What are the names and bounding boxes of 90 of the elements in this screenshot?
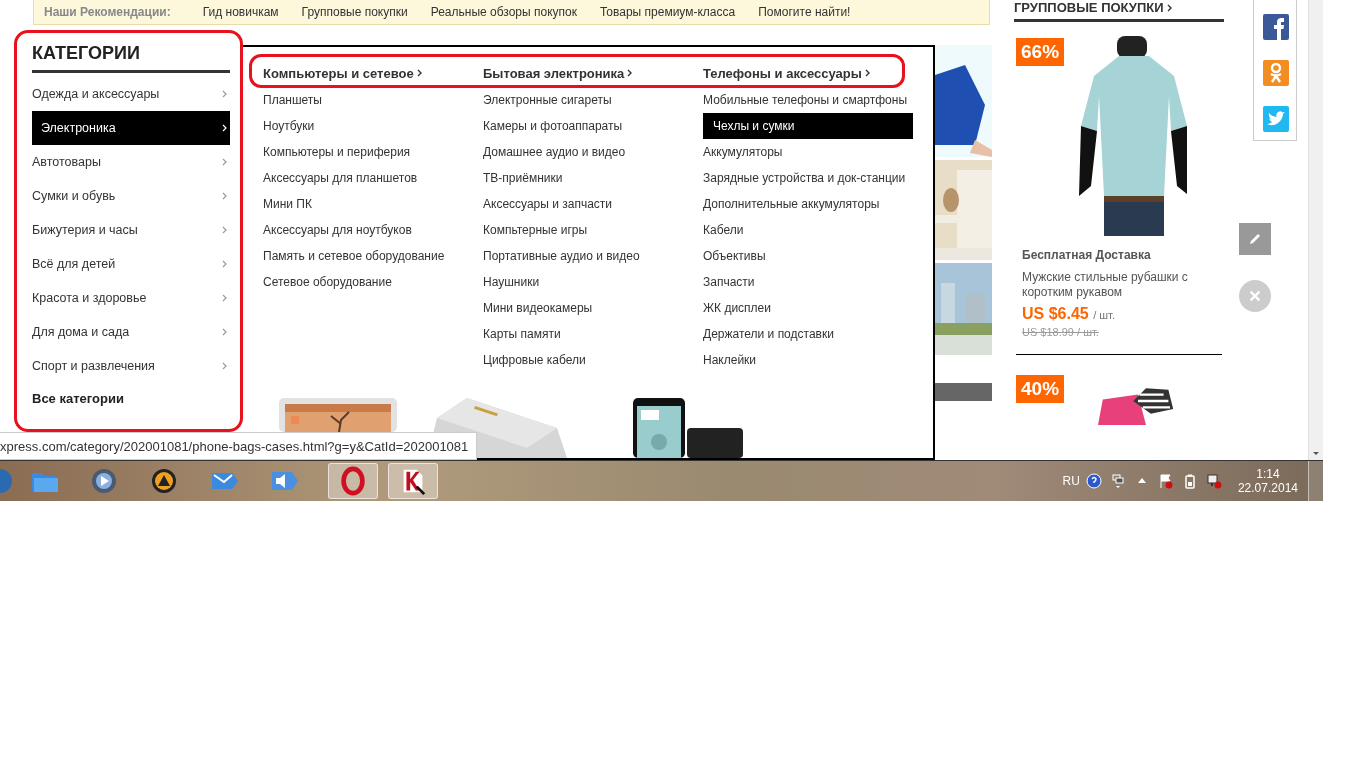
subcategory-link[interactable]: Аксессуары для ноутбуков [263,217,483,243]
subcategory-link[interactable]: Аккумуляторы [703,139,923,165]
pencil-icon [1247,231,1263,247]
recommendation-link[interactable]: Реальные обзоры покупок [430,5,577,19]
price: US $6.45 [1022,305,1089,322]
kaspersky-taskbar-button[interactable] [388,463,438,499]
category-item[interactable]: Автотовары [32,145,230,179]
facebook-icon[interactable] [1263,14,1289,40]
chevron-icon [222,124,227,132]
clock-date[interactable]: 22.07.2014 [1237,481,1298,495]
chevron-icon [222,192,227,200]
subcategory-link[interactable]: ТВ-приёмники [483,165,703,191]
subcategory-link[interactable]: Аксессуары и запчасти [483,191,703,217]
category-item[interactable]: Одежда и аксессуары [32,77,230,111]
chevron-icon [222,90,227,98]
category-item[interactable]: Красота и здоровье [32,281,230,315]
subcategory-link[interactable]: Чехлы и сумки [703,113,913,139]
column-heading-link[interactable]: Бытовая электроника [483,59,703,87]
chevron-icon [222,260,227,268]
subcategory-link[interactable]: Держатели и подставки [703,321,923,347]
subcategory-link[interactable]: Портативные аудио и видео [483,243,703,269]
scroll-down-icon[interactable] [1312,451,1320,456]
old-price: US $18.99 / шт. [1022,326,1100,338]
flag-icon[interactable] [1157,473,1174,489]
category-item[interactable]: Электроника [32,111,230,145]
banner-bar [935,383,992,401]
subcategory-link[interactable]: Карты памяти [483,321,703,347]
category-item[interactable]: Спорт и развлечения [32,349,230,383]
subcategory-link[interactable]: Запчасти [703,269,923,295]
recommendations-label: Наши Рекомендации: [44,5,171,19]
subcategory-link[interactable]: Компьтерные игры [483,217,703,243]
category-item[interactable]: Сумки и обувь [32,179,230,213]
subcategory-link[interactable]: Объективы [703,243,923,269]
subcategory-link[interactable]: Зарядные устройства и док-станции [703,165,923,191]
recommendation-link[interactable]: Товары премиум-класса [599,5,736,19]
status-url: xpress.com/category/202001081/phone-bags-cases.html?g=y&CatId=202001081 [0,432,478,460]
subcategory-link[interactable]: Кабели [703,217,923,243]
chevron-icon [222,328,227,336]
opera-taskbar-button[interactable] [328,463,378,499]
close-icon [1248,289,1262,303]
network-icon[interactable] [1205,473,1222,489]
subcategory-link[interactable]: Камеры и фотоаппараты [483,113,703,139]
column-heading-link[interactable]: Телефоны и аксессуары [703,59,923,87]
subcategory-link[interactable]: Цифровые кабели [483,347,703,373]
subcategory-link[interactable]: Электронные сигареты [483,87,703,113]
subcategory-link[interactable]: Домашнее аудио и видео [483,139,703,165]
subcategory-link[interactable]: ЖК дисплеи [703,295,923,321]
discount-badge: 40% [1016,375,1065,403]
category-item[interactable]: Всё для детей [32,247,230,281]
chevron-icon [864,69,870,77]
recommendation-link[interactable]: Групповые покупки [301,5,408,19]
language-indicator[interactable]: RU [1062,474,1080,488]
category-item[interactable]: Бижутерия и часы [32,213,230,247]
product-name-link[interactable]: Мужские стильные рубашки с коротким рукавом [1022,270,1222,300]
twitter-icon[interactable] [1263,106,1289,132]
clock-time[interactable]: 1:14 [1256,467,1280,481]
categories-title: КАТЕГОРИИ [32,43,230,73]
subcategory-link[interactable]: Мобильные телефоны и смартфоны [703,87,923,113]
chevron-icon [222,362,227,370]
discount-badge: 66% [1016,38,1065,66]
subcategory-link[interactable]: Ноутбуки [263,113,483,139]
subcategory-link[interactable]: Мини ПК [263,191,483,217]
scrollbar[interactable] [1308,0,1323,460]
chevron-icon [416,69,422,77]
category-item[interactable]: Для дома и сада [32,315,230,349]
windows-icon[interactable] [1109,473,1126,489]
subcategory-link[interactable]: Дополнительные аккумуляторы [703,191,923,217]
edit-button[interactable] [1239,223,1271,255]
chevron-icon [1166,3,1172,12]
price-unit: / шт. [1093,309,1115,321]
deals-heading[interactable]: ГРУППОВЫЕ ПОКУПКИ [1014,0,1164,15]
subcategory-link[interactable]: Мини видеокамеры [483,295,703,321]
shipping-label: Бесплатная Доставка [1022,248,1152,262]
help-icon[interactable] [1085,473,1102,489]
chevron-icon [222,226,227,234]
chevron-icon [222,294,227,302]
subcategory-link[interactable]: Наклейки [703,347,923,373]
recommendation-link[interactable]: Помогите найти! [758,5,851,19]
subcategory-link[interactable]: Сетевое оборудование [263,269,483,295]
all-categories-link[interactable]: Все категории [32,391,225,406]
subcategory-link[interactable]: Память и сетевое оборудование [263,243,483,269]
subcategory-link[interactable]: Планшеты [263,87,483,113]
chevron-icon [627,69,633,77]
odnoklassniki-icon[interactable] [1263,60,1289,86]
column-heading-link[interactable]: Компьютеры и сетевое [263,59,483,87]
recommendation-link[interactable]: Гид новичкам [202,5,279,19]
chevron-icon [222,158,227,166]
subcategory-link[interactable]: Наушники [483,269,703,295]
subcategory-link[interactable]: Компьютеры и периферия [263,139,483,165]
subcategory-link[interactable]: Аксессуары для планшетов [263,165,483,191]
